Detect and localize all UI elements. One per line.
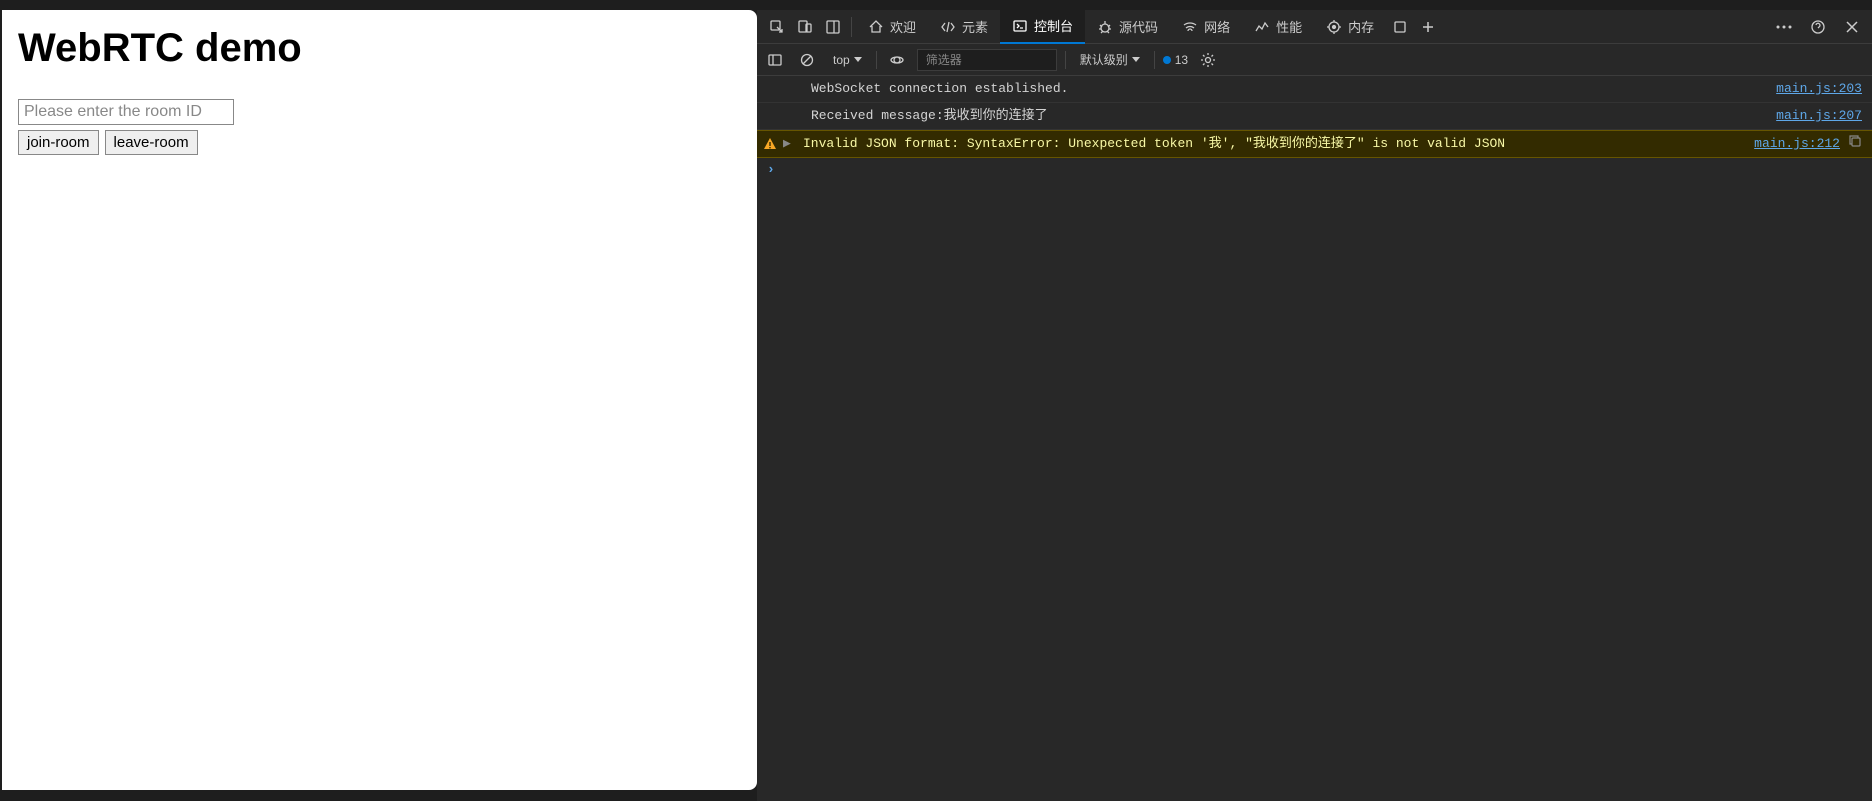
leave-room-button[interactable]: leave-room — [105, 130, 198, 155]
more-options-icon[interactable] — [1770, 13, 1798, 41]
join-room-button[interactable]: join-room — [18, 130, 99, 155]
tab-memory[interactable]: 内存 — [1314, 10, 1386, 44]
dock-side-icon[interactable] — [819, 13, 847, 41]
webpage-panel: WebRTC demo join-room leave-room — [2, 10, 757, 790]
warning-icon — [763, 137, 777, 151]
page-title: WebRTC demo — [18, 26, 741, 71]
separator — [1065, 51, 1066, 69]
console-prompt[interactable]: › — [757, 158, 1872, 181]
tab-elements[interactable]: 元素 — [928, 10, 1000, 44]
console-icon — [1012, 18, 1028, 34]
issues-count[interactable]: 13 — [1163, 53, 1188, 67]
inspect-element-icon[interactable] — [763, 13, 791, 41]
console-message-log: Received message:我收到你的连接了 main.js:207 — [757, 103, 1872, 130]
clear-console-icon[interactable] — [795, 48, 819, 72]
tab-elements-label: 元素 — [962, 17, 988, 36]
add-tab-icon[interactable] — [1414, 13, 1442, 41]
console-filter-input[interactable] — [917, 49, 1057, 71]
message-text: Received message:我收到你的连接了 — [781, 106, 1776, 126]
wifi-icon — [1182, 19, 1198, 35]
tab-overflow-icon[interactable] — [1386, 13, 1414, 41]
performance-icon — [1254, 19, 1270, 35]
tab-performance-label: 性能 — [1276, 17, 1302, 36]
tab-sources[interactable]: 源代码 — [1085, 10, 1170, 44]
tab-sources-label: 源代码 — [1119, 17, 1158, 36]
tab-console[interactable]: 控制台 — [1000, 10, 1085, 44]
separator — [876, 51, 877, 69]
console-message-log: WebSocket connection established. main.j… — [757, 76, 1872, 103]
toggle-sidebar-icon[interactable] — [763, 48, 787, 72]
code-icon — [940, 19, 956, 35]
tab-welcome[interactable]: 欢迎 — [856, 10, 928, 44]
memory-icon — [1326, 19, 1342, 35]
live-expression-icon[interactable] — [885, 48, 909, 72]
console-output: WebSocket connection established. main.j… — [757, 76, 1872, 801]
close-devtools-icon[interactable] — [1838, 13, 1866, 41]
devtools-panel: 欢迎 元素 控制台 源代码 网络 — [757, 10, 1872, 801]
message-text: Invalid JSON format: SyntaxError: Unexpe… — [797, 134, 1754, 154]
console-message-warning: ▶ Invalid JSON format: SyntaxError: Unex… — [757, 130, 1872, 158]
copy-icon[interactable] — [1848, 134, 1862, 148]
button-row: join-room leave-room — [18, 130, 741, 155]
tab-console-label: 控制台 — [1034, 16, 1073, 35]
prompt-caret-icon: › — [767, 162, 775, 177]
help-icon[interactable] — [1804, 13, 1832, 41]
context-dropdown[interactable]: top — [827, 51, 868, 69]
room-id-input[interactable] — [18, 99, 234, 125]
bug-icon — [1097, 19, 1113, 35]
tab-performance[interactable]: 性能 — [1242, 10, 1314, 44]
home-icon — [868, 19, 884, 35]
log-level-label: 默认级别 — [1080, 51, 1128, 68]
tab-welcome-label: 欢迎 — [890, 17, 916, 36]
console-toolbar: top 默认级别 13 — [757, 44, 1872, 76]
issue-count-value: 13 — [1175, 53, 1188, 67]
tab-bar-right — [1770, 13, 1866, 41]
devtools-tab-bar: 欢迎 元素 控制台 源代码 网络 — [757, 10, 1872, 44]
message-source-link[interactable]: main.js:203 — [1776, 79, 1862, 99]
issue-dot-icon — [1163, 56, 1171, 64]
chevron-down-icon — [854, 57, 862, 63]
tab-network-label: 网络 — [1204, 17, 1230, 36]
context-label: top — [833, 53, 850, 67]
separator — [851, 17, 852, 37]
expand-arrow-icon[interactable]: ▶ — [783, 134, 793, 154]
tab-network[interactable]: 网络 — [1170, 10, 1242, 44]
console-settings-icon[interactable] — [1196, 48, 1220, 72]
tab-memory-label: 内存 — [1348, 17, 1374, 36]
chevron-down-icon — [1132, 57, 1140, 63]
message-source-link[interactable]: main.js:207 — [1776, 106, 1862, 126]
device-toggle-icon[interactable] — [791, 13, 819, 41]
message-text: WebSocket connection established. — [781, 79, 1776, 99]
message-source-link[interactable]: main.js:212 — [1754, 134, 1840, 154]
separator — [1154, 51, 1155, 69]
log-level-dropdown[interactable]: 默认级别 — [1074, 49, 1146, 70]
